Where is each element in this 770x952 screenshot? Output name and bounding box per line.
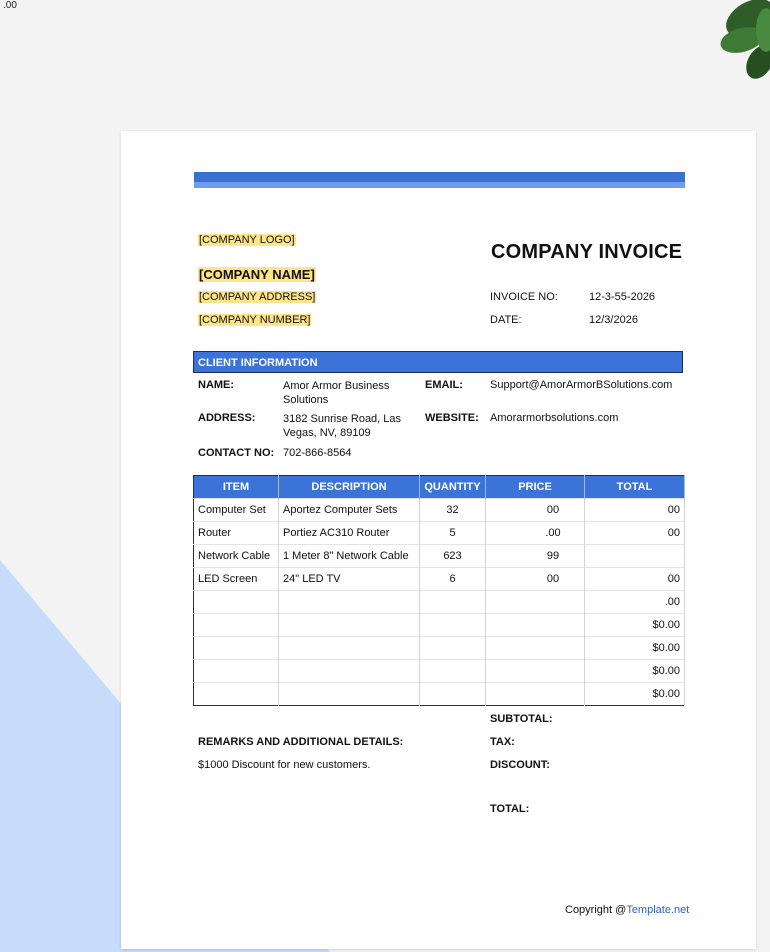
cell-item xyxy=(193,636,279,660)
remarks-text: $1000 Discount for new customers. xyxy=(198,759,371,771)
cell-description: 24" LED TV xyxy=(278,567,420,591)
client-contact-value: 702-866-8564 xyxy=(283,447,352,459)
client-name-value: Amor Armor Business Solutions xyxy=(283,380,390,406)
client-email-label: EMAIL: xyxy=(425,379,463,391)
column-header-total: TOTAL xyxy=(584,475,685,499)
cell-description: Portiez AC310 Router xyxy=(278,521,420,545)
table-row: Network Cable 1 Meter 8" Network Cable 6… xyxy=(193,544,685,568)
cell-quantity xyxy=(419,613,486,637)
company-number: [COMPANY NUMBER] xyxy=(198,314,312,326)
invoice-page: [COMPANY LOGO] [COMPANY NAME] [COMPANY A… xyxy=(121,131,756,949)
invoice-title: COMPANY INVOICE xyxy=(491,241,683,263)
table-row: $0.00 xyxy=(193,659,685,683)
cell-description xyxy=(278,682,420,706)
client-information-heading: CLIENT INFORMATION xyxy=(193,351,683,373)
cell-total: 00 xyxy=(584,498,685,522)
column-header-description: DESCRIPTION xyxy=(278,475,420,499)
discount-label: DISCOUNT: xyxy=(490,759,550,771)
date-label: DATE: xyxy=(490,314,522,326)
cell-item xyxy=(193,682,279,706)
invoice-no-label: INVOICE NO: xyxy=(490,291,558,303)
cell-item: Network Cable xyxy=(193,544,279,568)
cell-price xyxy=(485,682,585,706)
cell-price xyxy=(485,590,585,614)
cell-description xyxy=(278,636,420,660)
cell-quantity xyxy=(419,590,486,614)
cell-price: .00 xyxy=(485,521,585,545)
cell-total: .00 xyxy=(584,590,685,614)
client-name-label: NAME: xyxy=(198,379,235,391)
cell-price: 99 xyxy=(485,544,585,568)
cell-total xyxy=(584,544,685,568)
cell-item xyxy=(193,590,279,614)
cell-quantity: 32 xyxy=(419,498,486,522)
cell-item xyxy=(193,659,279,683)
cell-quantity: 623 xyxy=(419,544,486,568)
cell-price xyxy=(485,659,585,683)
cell-total: 00 xyxy=(584,521,685,545)
header-bar xyxy=(194,172,685,188)
table-header-row: ITEM DESCRIPTION QUANTITY PRICE TOTAL xyxy=(193,475,685,499)
cell-item: Router xyxy=(193,521,279,545)
client-address-label: ADDRESS: xyxy=(198,412,256,424)
cell-item: Computer Set xyxy=(193,498,279,522)
cell-item: LED Screen xyxy=(193,567,279,591)
column-header-quantity: QUANTITY xyxy=(419,475,486,499)
items-table: ITEM DESCRIPTION QUANTITY PRICE TOTAL Co… xyxy=(193,475,685,706)
company-name: [COMPANY NAME] xyxy=(198,267,316,282)
company-address: [COMPANY ADDRESS] xyxy=(198,291,317,303)
table-row: .00 xyxy=(193,590,685,614)
client-contact-label: CONTACT NO: xyxy=(198,447,275,459)
cell-total: $0.00 xyxy=(584,659,685,683)
cell-total: $0.00 xyxy=(584,682,685,706)
total-label: TOTAL: xyxy=(490,803,530,815)
remarks-heading: REMARKS AND ADDITIONAL DETAILS: xyxy=(198,736,404,748)
cell-quantity: 6 xyxy=(419,567,486,591)
plant-leaves-image xyxy=(720,0,770,79)
table-row: $0.00 xyxy=(193,682,685,706)
copyright-prefix: Copyright @ xyxy=(565,904,627,916)
cell-quantity: 5 xyxy=(419,521,486,545)
cell-quantity xyxy=(419,682,486,706)
date-value: 12/3/2026 xyxy=(589,314,638,326)
cell-price xyxy=(485,613,585,637)
cell-total: $0.00 xyxy=(584,636,685,660)
cell-description xyxy=(278,590,420,614)
tax-label: TAX: xyxy=(490,736,515,748)
invoice-no-value: 12-3-55-2026 xyxy=(589,291,656,303)
client-website-label: WEBSITE: xyxy=(425,412,479,424)
cell-price xyxy=(485,636,585,660)
cell-description: 1 Meter 8" Network Cable xyxy=(278,544,420,568)
client-website-value: Amorarmorbsolutions.com xyxy=(490,412,619,424)
corner-text: .00 xyxy=(3,0,17,11)
company-logo-placeholder: [COMPANY LOGO] xyxy=(198,234,296,246)
cell-description: Aportez Computer Sets xyxy=(278,498,420,522)
table-row: Router Portiez AC310 Router 5 .00 00 xyxy=(193,521,685,545)
cell-quantity xyxy=(419,659,486,683)
cell-price: 00 xyxy=(485,567,585,591)
cell-description xyxy=(278,613,420,637)
table-row: Computer Set Aportez Computer Sets 32 00… xyxy=(193,498,685,522)
client-address-value: 3182 Sunrise Road, Las Vegas, NV, 89109 xyxy=(283,413,402,439)
template-link[interactable]: Template.net xyxy=(626,904,689,916)
column-header-item: ITEM xyxy=(193,475,279,499)
cell-item xyxy=(193,613,279,637)
cell-price: 00 xyxy=(485,498,585,522)
table-row: $0.00 xyxy=(193,636,685,660)
column-header-price: PRICE xyxy=(485,475,585,499)
cell-description xyxy=(278,659,420,683)
cell-quantity xyxy=(419,636,486,660)
cell-total: 00 xyxy=(584,567,685,591)
cell-total: $0.00 xyxy=(584,613,685,637)
table-row: LED Screen 24" LED TV 6 00 00 xyxy=(193,567,685,591)
subtotal-label: SUBTOTAL: xyxy=(490,713,553,725)
table-row: $0.00 xyxy=(193,613,685,637)
copyright-footer: Copyright @Template.net xyxy=(565,904,689,916)
client-email-value: Support@AmorArmorBSolutions.com xyxy=(490,379,673,391)
